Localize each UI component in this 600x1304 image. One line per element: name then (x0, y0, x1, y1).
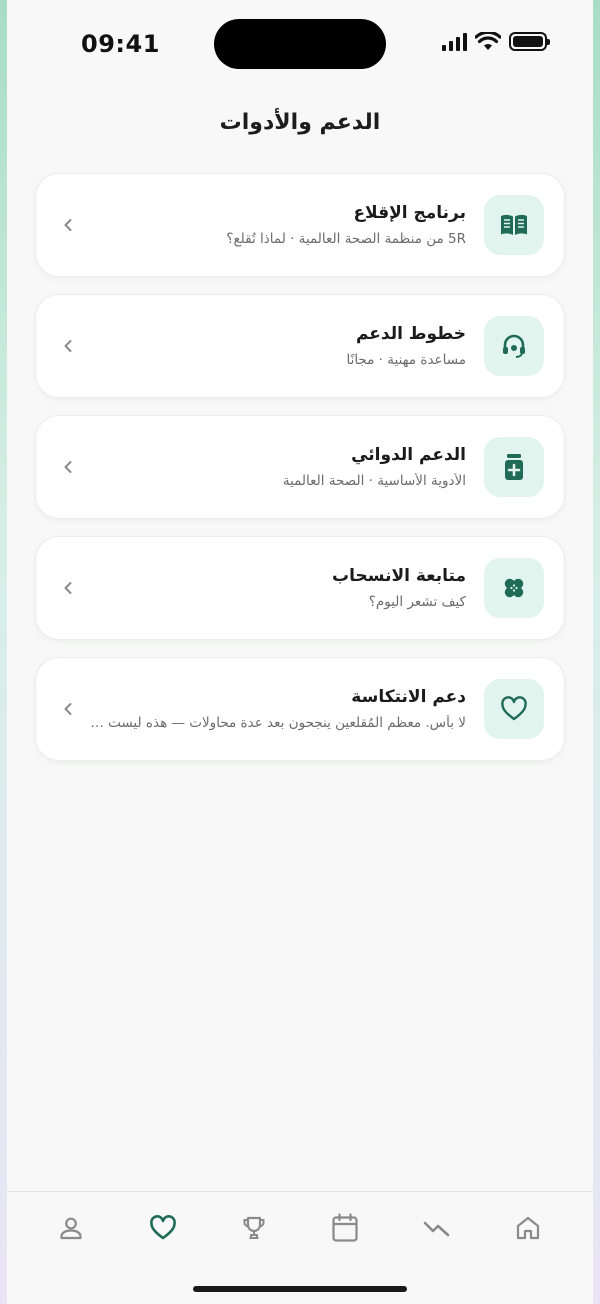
card-text: الدعم الدوائي الأدوية الأساسية · الصحة ا… (88, 445, 466, 489)
home-icon (516, 1216, 540, 1240)
battery-icon (509, 32, 550, 51)
card-subtitle: لا بأس. معظم المُقلعين ينجحون بعد عدة مح… (88, 715, 466, 731)
dynamic-island (214, 19, 386, 69)
chevron-left-icon (60, 217, 76, 233)
card-subtitle: 5R من منظمة الصحة العالمية · لماذا تُقلع… (226, 231, 466, 247)
trend-down-icon (423, 1221, 450, 1237)
headset-icon (503, 334, 525, 358)
card-title: خطوط الدعم (355, 324, 466, 344)
card-icon-container (484, 558, 544, 618)
chevron-left-icon (60, 338, 76, 354)
chevron-left-icon (60, 580, 76, 596)
wifi-icon (475, 32, 501, 50)
tab-home[interactable] (508, 1208, 548, 1248)
card-text: خطوط الدعم مساعدة مهنية · مجانًا (88, 324, 466, 368)
card-text: دعم الانتكاسة لا بأس. معظم المُقلعين ينج… (88, 687, 466, 731)
card-icon-container (484, 437, 544, 497)
card-medication-support[interactable]: الدعم الدوائي الأدوية الأساسية · الصحة ا… (35, 415, 565, 519)
chevron-left-icon (60, 459, 76, 475)
card-title: متابعة الانسحاب (332, 566, 466, 586)
heart-icon (150, 1215, 176, 1240)
card-subtitle: الأدوية الأساسية · الصحة العالمية (282, 473, 466, 489)
card-title: دعم الانتكاسة (351, 687, 466, 707)
tools-list: برنامج الإقلاع 5R من منظمة الصحة العالمي… (35, 173, 565, 778)
tab-progress[interactable] (417, 1208, 457, 1248)
card-text: برنامج الإقلاع 5R من منظمة الصحة العالمي… (88, 203, 466, 247)
bandage-icon (504, 578, 524, 598)
status-bar: 09:41 (7, 0, 593, 90)
card-icon-container (484, 316, 544, 376)
card-support-lines[interactable]: خطوط الدعم مساعدة مهنية · مجانًا (35, 294, 565, 398)
person-icon (60, 1217, 82, 1240)
phone-screen: 09:41 الدعم والأدوات برنامج الإقلاع 5R م… (7, 0, 593, 1304)
signal-icon (442, 32, 467, 51)
card-withdrawal-tracking[interactable]: متابعة الانسحاب كيف تشعر اليوم؟ (35, 536, 565, 640)
tab-calendar[interactable] (325, 1208, 365, 1248)
card-subtitle: مساعدة مهنية · مجانًا (346, 352, 466, 368)
card-title: الدعم الدوائي (351, 445, 466, 465)
medicine-icon (505, 454, 523, 480)
status-icons (442, 32, 550, 51)
chevron-left-icon (60, 701, 76, 717)
card-relapse-support[interactable]: دعم الانتكاسة لا بأس. معظم المُقلعين ينج… (35, 657, 565, 761)
card-quit-program[interactable]: برنامج الإقلاع 5R من منظمة الصحة العالمي… (35, 173, 565, 277)
tab-profile[interactable] (51, 1208, 91, 1248)
page-title: الدعم والأدوات (219, 110, 381, 135)
card-subtitle: كيف تشعر اليوم؟ (368, 594, 466, 610)
tab-support[interactable] (143, 1208, 183, 1248)
book-icon (501, 214, 527, 235)
card-icon-container (484, 195, 544, 255)
card-text: متابعة الانسحاب كيف تشعر اليوم؟ (88, 566, 466, 610)
trophy-icon (243, 1216, 265, 1239)
calendar-icon (332, 1213, 358, 1242)
card-icon-container (484, 679, 544, 739)
home-indicator[interactable] (193, 1286, 407, 1292)
status-time: 09:41 (81, 30, 160, 58)
card-title: برنامج الإقلاع (353, 203, 466, 223)
tab-achievements[interactable] (234, 1208, 274, 1248)
heart-icon (501, 696, 527, 721)
